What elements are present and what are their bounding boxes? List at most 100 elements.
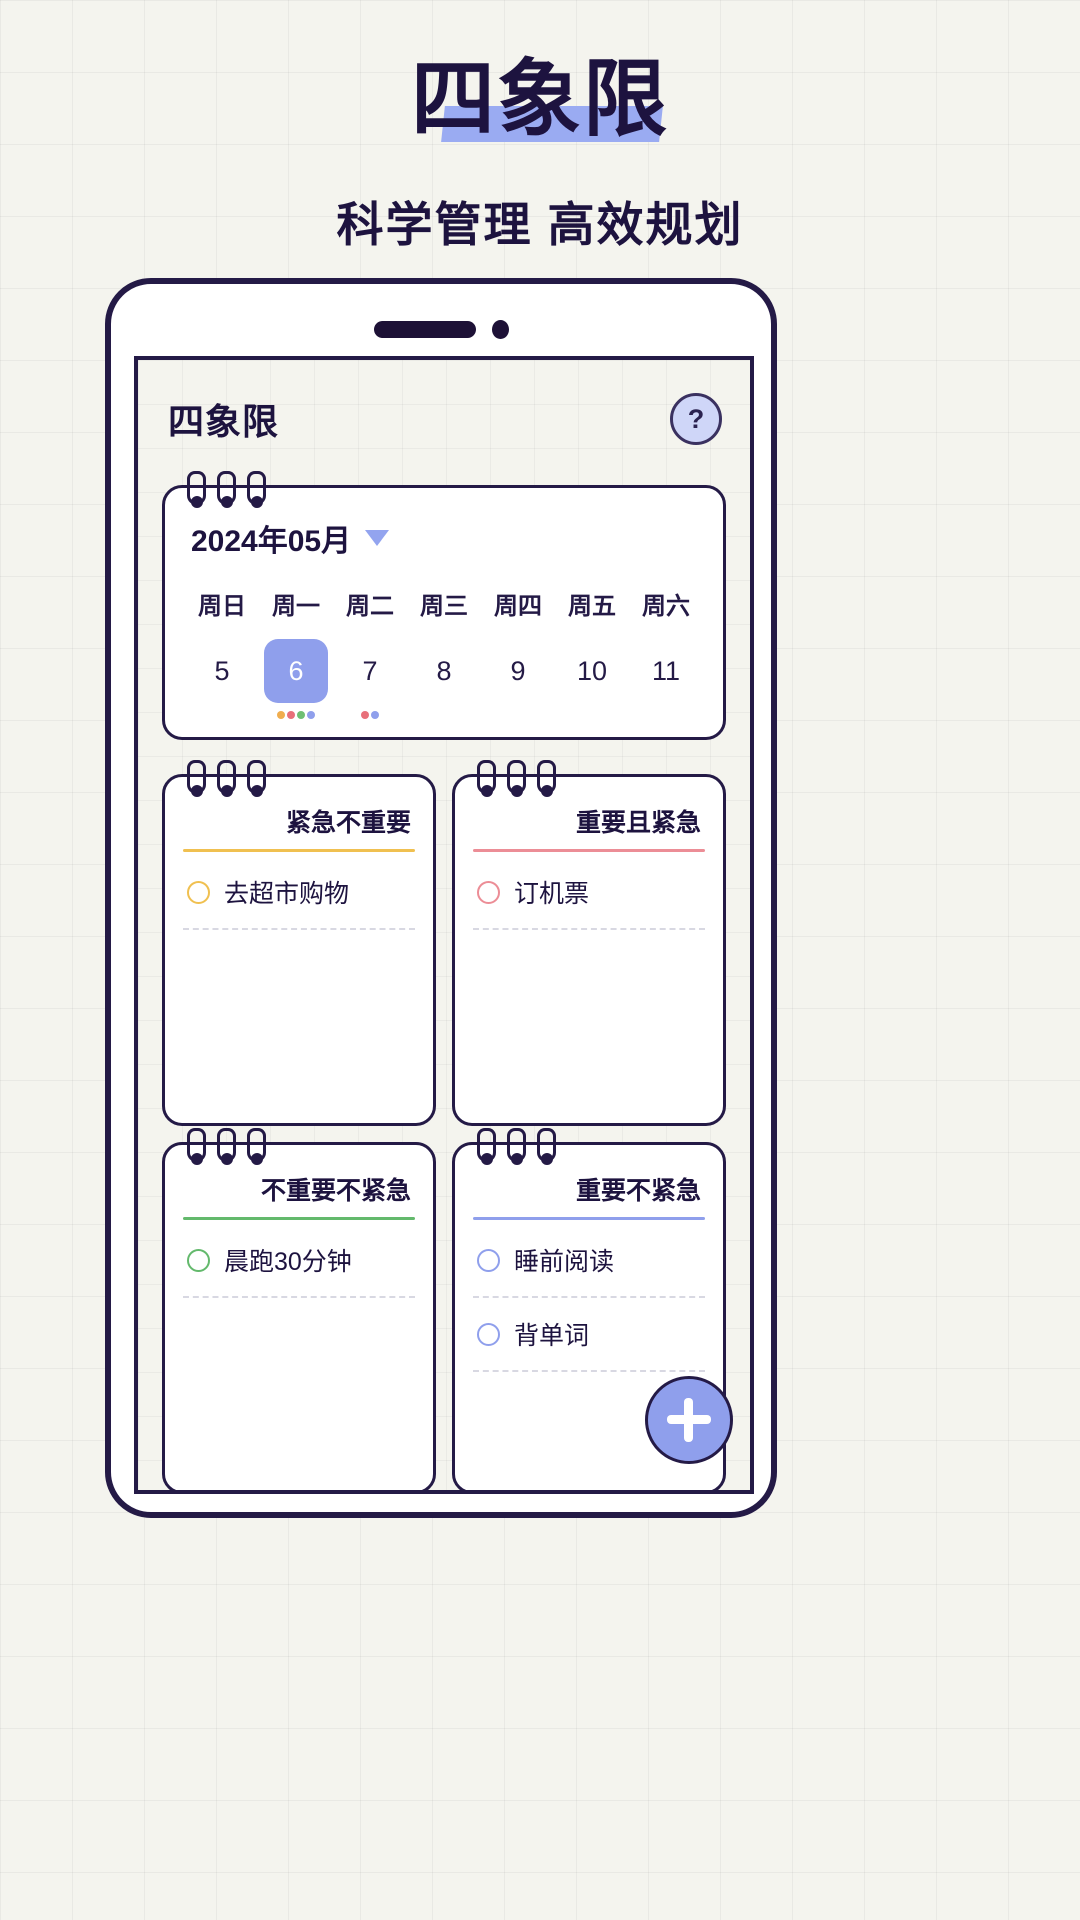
task-item[interactable]: 晨跑30分钟 — [183, 1224, 415, 1298]
day-task-dots — [277, 709, 315, 721]
quadrant-title: 不重要不紧急 — [260, 1177, 411, 1205]
quadrant-card: 重要且紧急订机票 — [452, 760, 726, 1126]
plus-icon — [667, 1398, 711, 1442]
spiral-binding-icon — [187, 471, 266, 505]
phone-mockup: 四象限 ? 2024年05月 周日 周一 周二 周三 周四 周五 周六 5 6 7 8 9 10 11 … — [105, 278, 777, 1518]
spiral-binding-icon — [477, 1128, 556, 1162]
task-list: 订机票 — [473, 856, 705, 930]
add-task-button[interactable] — [645, 1376, 733, 1464]
quadrant-accent-rule — [473, 1217, 705, 1220]
quadrant-accent-rule — [183, 849, 415, 852]
weekday-label: 周日 — [198, 593, 246, 620]
calendar-day-7[interactable]: 7 — [338, 639, 402, 703]
task-label: 晨跑30分钟 — [224, 1248, 352, 1276]
task-label: 订机票 — [514, 880, 590, 908]
weekday-label: 周二 — [346, 593, 394, 620]
calendar-day-10[interactable]: 10 — [560, 639, 624, 703]
calendar-day-9[interactable]: 9 — [486, 639, 550, 703]
question-mark-icon: ? — [687, 403, 705, 434]
phone-screen: 四象限 ? 2024年05月 周日 周一 周二 周三 周四 周五 周六 5 6 7 8 9 10 11 … — [134, 356, 754, 1494]
task-list: 晨跑30分钟 — [183, 1224, 415, 1298]
spiral-ring-icon — [217, 1128, 236, 1162]
spiral-ring-icon — [477, 760, 496, 794]
spiral-ring-icon — [477, 1128, 496, 1162]
spiral-ring-icon — [507, 760, 526, 794]
speaker-bar-icon — [373, 321, 476, 338]
spiral-binding-icon — [187, 1128, 266, 1162]
spiral-ring-icon — [187, 760, 206, 794]
spiral-ring-icon — [537, 760, 556, 794]
month-selector[interactable]: 2024年05月 — [185, 516, 703, 560]
task-dot-icon — [277, 711, 285, 719]
month-label: 2024年05月 — [191, 525, 352, 558]
spiral-ring-icon — [187, 1128, 206, 1162]
task-label: 去超市购物 — [224, 880, 350, 908]
task-checkbox-icon[interactable] — [187, 1248, 210, 1272]
weekday-header-row: 周日 周一 周二 周三 周四 周五 周六 — [185, 586, 703, 639]
day-cell-wrapper: 8 — [407, 639, 481, 721]
task-item[interactable]: 去超市购物 — [183, 856, 415, 930]
poster-header: 四象限 科学管理 高效规划 — [0, 0, 1080, 255]
task-checkbox-icon[interactable] — [187, 880, 210, 904]
task-dot-icon — [297, 711, 305, 719]
day-cell-wrapper: 7 — [333, 639, 407, 721]
phone-notch — [111, 320, 771, 339]
task-checkbox-icon[interactable] — [477, 1248, 500, 1272]
weekday-label: 周五 — [568, 593, 616, 620]
quadrant-card: 不重要不紧急晨跑30分钟 — [162, 1128, 436, 1490]
quadrant-title: 重要不紧急 — [575, 1177, 701, 1205]
task-checkbox-icon[interactable] — [477, 1322, 500, 1346]
spiral-ring-icon — [537, 1128, 556, 1162]
help-button[interactable]: ? — [670, 393, 722, 445]
day-cell-wrapper: 6 — [259, 639, 333, 721]
quadrant-accent-rule — [473, 849, 705, 852]
calendar-day-5[interactable]: 5 — [190, 639, 254, 703]
weekday-label: 周四 — [494, 593, 542, 620]
spiral-binding-icon — [477, 760, 556, 794]
spiral-ring-icon — [217, 471, 236, 505]
calendar-card: 2024年05月 周日 周一 周二 周三 周四 周五 周六 5 6 7 8 9 10 11 — [162, 471, 726, 740]
spiral-ring-icon — [247, 760, 266, 794]
spiral-ring-icon — [507, 1128, 526, 1162]
spiral-ring-icon — [187, 471, 206, 505]
poster-title: 四象限 — [410, 52, 669, 146]
quadrant-grid: 紧急不重要 去超市购物 重要且紧急 订机票 不重要不紧急 晨跑30分钟 重要不紧急 睡前阅读背… — [162, 760, 726, 1490]
day-cell-wrapper: 9 — [481, 639, 555, 721]
quadrant-card: 紧急不重要去超市购物 — [162, 760, 436, 1126]
day-cell-wrapper: 11 — [629, 639, 703, 721]
task-dot-icon — [371, 711, 379, 719]
task-item[interactable]: 睡前阅读 — [473, 1224, 705, 1298]
calendar-day-11[interactable]: 11 — [634, 639, 698, 703]
weekday-label: 周一 — [272, 593, 320, 620]
spiral-binding-icon — [187, 760, 266, 794]
spiral-ring-icon — [217, 760, 236, 794]
task-dot-icon — [307, 711, 315, 719]
poster-title-wrap: 四象限 — [405, 52, 675, 146]
weekday-label: 周三 — [420, 593, 468, 620]
task-dot-icon — [361, 711, 369, 719]
task-item[interactable]: 背单词 — [473, 1298, 705, 1372]
day-task-dots — [361, 709, 379, 721]
app-header: 四象限 ? — [162, 360, 726, 445]
task-item[interactable]: 订机票 — [473, 856, 705, 930]
poster-subtitle: 科学管理 高效规划 — [336, 198, 744, 252]
spiral-ring-icon — [247, 471, 266, 505]
app-title: 四象限 — [168, 401, 280, 442]
day-cell-wrapper: 10 — [555, 639, 629, 721]
calendar-day-6[interactable]: 6 — [264, 639, 328, 703]
day-row: 5 6 7 8 9 10 11 — [185, 639, 703, 721]
spiral-ring-icon — [247, 1128, 266, 1162]
camera-dot-icon — [491, 320, 509, 339]
task-label: 睡前阅读 — [514, 1248, 615, 1276]
day-cell-wrapper: 5 — [185, 639, 259, 721]
task-list: 睡前阅读 背单词 — [473, 1224, 705, 1372]
weekday-label: 周六 — [642, 593, 690, 620]
task-checkbox-icon[interactable] — [477, 880, 500, 904]
quadrant-accent-rule — [183, 1217, 415, 1220]
calendar-day-8[interactable]: 8 — [412, 639, 476, 703]
quadrant-title: 紧急不重要 — [285, 809, 411, 837]
quadrant-title: 重要且紧急 — [575, 809, 701, 837]
task-dot-icon — [287, 711, 295, 719]
task-label: 背单词 — [514, 1322, 590, 1350]
chevron-down-icon — [365, 530, 390, 546]
